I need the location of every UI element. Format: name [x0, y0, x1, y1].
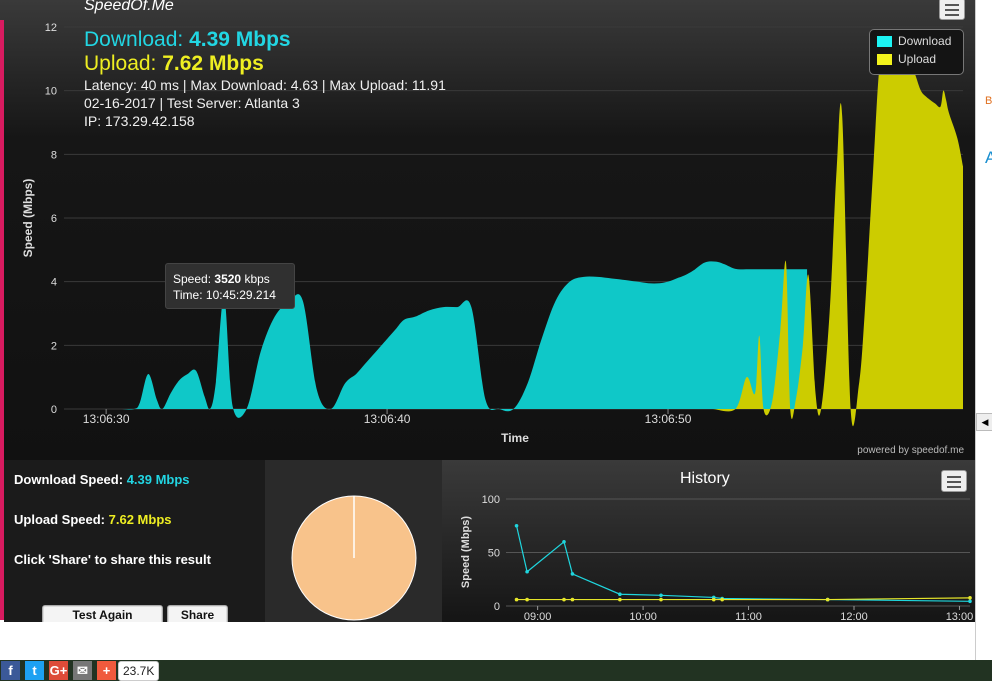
plus-icon[interactable]: +: [97, 661, 116, 680]
y-tick-label: 8: [51, 149, 57, 161]
history-menu-button[interactable]: [941, 470, 967, 492]
history-x-tick-label: 12:00: [840, 611, 868, 622]
page-below-area: [0, 622, 975, 660]
y-tick-label: 0: [51, 404, 57, 416]
legend-item-upload[interactable]: Upload: [877, 52, 963, 66]
x-tick-label: 13:06:40: [364, 412, 411, 426]
legend-download-label: Download: [898, 34, 952, 48]
tooltip-speed-value: 3520: [214, 272, 242, 286]
y-tick-label: 4: [51, 277, 57, 289]
history-line-download: [515, 525, 971, 602]
ip-line: IP: 173.29.42.158: [84, 113, 195, 129]
download-value: 4.39 Mbps: [189, 28, 291, 51]
history-x-tick-label: 09:00: [524, 611, 552, 622]
history-y-axis-title: Speed (Mbps): [460, 516, 472, 588]
summary-upload-value: 7.62 Mbps: [108, 512, 172, 527]
history-point: [562, 597, 566, 602]
history-point: [525, 597, 529, 602]
y-tick-label: 6: [51, 213, 57, 225]
summary-upload: Upload Speed: 7.62 Mbps: [14, 512, 172, 527]
upload-swatch: [877, 53, 892, 65]
summary-download-label: Download Speed:: [14, 472, 124, 487]
right-edge-strip: B A ◀: [975, 0, 992, 660]
history-title: History: [680, 470, 730, 487]
y-tick-label: 12: [45, 22, 57, 34]
share-hint: Click 'Share' to share this result: [14, 552, 211, 567]
history-point: [525, 569, 529, 574]
history-point: [570, 572, 575, 576]
app-brand: SpeedOf.Me: [84, 0, 174, 14]
history-y-tick-label: 100: [482, 494, 500, 506]
history-point: [562, 540, 566, 544]
results-summary: Download: 4.39 Mbps Upload: 7.62 Mbps La…: [84, 28, 446, 130]
chart-tooltip: Speed: 3520 kbps Time: 10:45:29.214: [165, 263, 295, 309]
legend-upload-label: Upload: [898, 52, 937, 66]
y-axis-title: Speed (Mbps): [21, 179, 35, 258]
cropped-text: B: [985, 95, 992, 107]
upload-result: Upload: 7.62 Mbps: [84, 52, 446, 76]
chart-legend: Download Upload: [869, 29, 964, 75]
x-axis-title: Time: [501, 431, 529, 445]
history-point: [570, 597, 575, 602]
twitter-icon[interactable]: t: [25, 661, 44, 680]
tooltip-speed-label: Speed:: [173, 272, 212, 286]
legend-item-download[interactable]: Download: [877, 34, 963, 48]
history-x-tick-label: 13:00: [946, 611, 974, 622]
facebook-icon[interactable]: f: [1, 661, 20, 680]
history-x-tick-label: 11:00: [735, 611, 762, 622]
x-tick-label: 13:06:50: [645, 412, 692, 426]
history-point: [659, 597, 663, 602]
email-icon[interactable]: ✉: [73, 661, 92, 680]
latency-line: Latency: 40 ms | Max Download: 4.63 | Ma…: [84, 77, 446, 93]
history-point: [618, 592, 622, 597]
pie-label: Test: [338, 641, 368, 658]
history-point: [618, 597, 622, 602]
hamburger-icon: [945, 4, 959, 6]
history-point: [711, 597, 716, 602]
history-y-tick-label: 0: [494, 601, 500, 613]
summary-download-value: 4.39 Mbps: [126, 472, 190, 487]
history-point: [659, 593, 663, 598]
download-label: Download:: [84, 28, 184, 51]
history-x-tick-label: 10:00: [629, 611, 657, 622]
hamburger-icon: [947, 476, 961, 478]
tooltip-speed-unit: kbps: [244, 272, 270, 286]
summary-upload-label: Upload Speed:: [14, 512, 106, 527]
history-point: [968, 599, 972, 604]
history-point: [968, 596, 972, 600]
download-result: Download: 4.39 Mbps: [84, 28, 446, 52]
history-point: [514, 597, 519, 602]
summary-download: Download Speed: 4.39 Mbps: [14, 472, 190, 487]
history-y-tick-label: 50: [488, 548, 500, 560]
x-tick-label: 13:06:30: [83, 412, 130, 426]
pie-panel: [265, 460, 442, 622]
chart-menu-button[interactable]: [939, 0, 965, 20]
upload-value: 7.62 Mbps: [162, 52, 264, 75]
tooltip-time: Time: 10:45:29.214: [173, 288, 276, 302]
download-swatch: [877, 35, 892, 47]
cropped-text: A: [985, 148, 992, 167]
google-plus-icon[interactable]: G+: [49, 661, 68, 680]
share-count: 23.7K: [118, 661, 160, 681]
pie-chart: [291, 495, 417, 621]
history-point: [825, 597, 830, 602]
history-point: [720, 597, 724, 602]
upload-label: Upload:: [84, 52, 157, 75]
date-server-line: 02-16-2017 | Test Server: Atlanta 3: [84, 95, 300, 111]
y-tick-label: 10: [45, 86, 57, 98]
y-tick-label: 2: [51, 340, 57, 352]
speed-chart-panel: 0 2 4 6 8 10 12 13:06:30 13:06:40 13:06:50 Time Spe…: [0, 0, 975, 460]
scroll-left-icon[interactable]: ◀: [976, 413, 992, 431]
history-point: [514, 523, 519, 528]
powered-by-text[interactable]: powered by speedof.me: [857, 445, 964, 456]
